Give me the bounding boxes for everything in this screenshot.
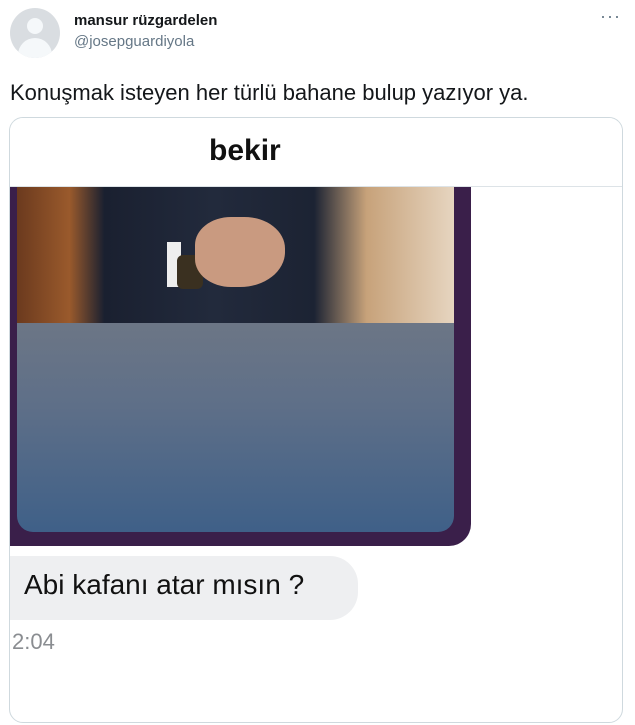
author-name[interactable]: mansur rüzgardelen bbox=[74, 12, 217, 29]
tweet-media[interactable]: bekir Abi kafanı atar mısın ? 2:04 bbox=[9, 117, 623, 723]
incoming-message-bubble[interactable]: Abi kafanı atar mısın ? bbox=[10, 556, 358, 620]
avatar-head bbox=[27, 18, 43, 34]
photo-message-bubble[interactable] bbox=[10, 187, 471, 546]
shared-photo[interactable] bbox=[17, 187, 454, 532]
avatar-shoulders bbox=[18, 38, 52, 58]
message-timestamp: 2:04 bbox=[12, 629, 55, 654]
more-horizontal-icon[interactable]: ··· bbox=[600, 6, 621, 27]
chat-contact-name: bekir bbox=[209, 134, 281, 167]
photo-visible-area bbox=[17, 187, 454, 323]
chat-header: bekir bbox=[10, 118, 622, 187]
avatar[interactable] bbox=[10, 8, 60, 58]
hand bbox=[195, 217, 285, 287]
message-text: Abi kafanı atar mısın ? bbox=[24, 569, 305, 600]
photo-blurred-area bbox=[17, 323, 454, 532]
tweet-text: Konuşmak isteyen her türlü bahane bulup … bbox=[10, 80, 529, 105]
author-handle[interactable]: @josepguardiyola bbox=[74, 33, 194, 50]
